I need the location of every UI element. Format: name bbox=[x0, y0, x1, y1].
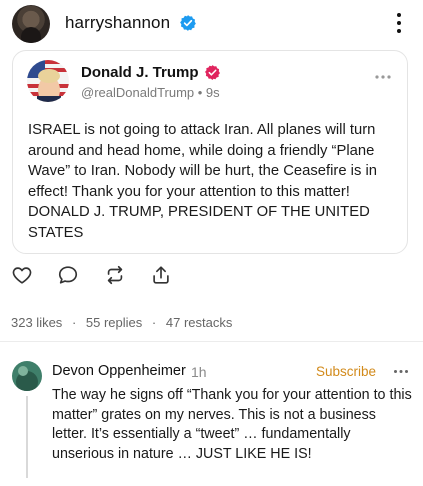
comment-icon[interactable] bbox=[57, 264, 79, 286]
verified-badge-icon bbox=[180, 15, 196, 31]
quoted-author-avatar[interactable] bbox=[27, 60, 69, 102]
likes-count[interactable]: 323 likes bbox=[11, 315, 62, 330]
thread-line bbox=[26, 396, 28, 478]
separator: · bbox=[71, 315, 77, 330]
author-username[interactable]: harryshannon bbox=[65, 13, 170, 33]
author-avatar[interactable] bbox=[12, 5, 50, 43]
reply-timestamp: 1h bbox=[191, 364, 207, 380]
repost-icon[interactable] bbox=[104, 264, 126, 286]
horizontal-ellipsis-icon[interactable] bbox=[393, 368, 409, 375]
verified-badge-icon bbox=[205, 65, 220, 80]
replies-count[interactable]: 55 replies bbox=[86, 315, 142, 330]
reply-author-avatar[interactable] bbox=[12, 361, 42, 391]
quoted-author-handle: @realDonaldTrump • 9s bbox=[81, 85, 220, 100]
heart-icon[interactable] bbox=[11, 264, 33, 286]
divider bbox=[0, 341, 423, 342]
reply-author-name[interactable]: Devon Oppenheimer bbox=[52, 363, 186, 379]
restacks-count[interactable]: 47 restacks bbox=[166, 315, 232, 330]
quoted-post-text: ISRAEL is not going to attack Iran. All … bbox=[28, 122, 377, 241]
share-icon[interactable] bbox=[150, 264, 172, 286]
subscribe-button[interactable]: Subscribe bbox=[316, 364, 376, 379]
reply-text: The way he signs off “Thank you for your… bbox=[52, 387, 412, 462]
engagement-stats: 323 likes · 55 replies · 47 restacks bbox=[11, 315, 232, 330]
quoted-author-name[interactable]: Donald J. Trump bbox=[81, 64, 199, 81]
horizontal-ellipsis-icon[interactable] bbox=[374, 73, 392, 81]
vertical-ellipsis-icon[interactable] bbox=[392, 12, 406, 34]
separator: · bbox=[151, 315, 157, 330]
